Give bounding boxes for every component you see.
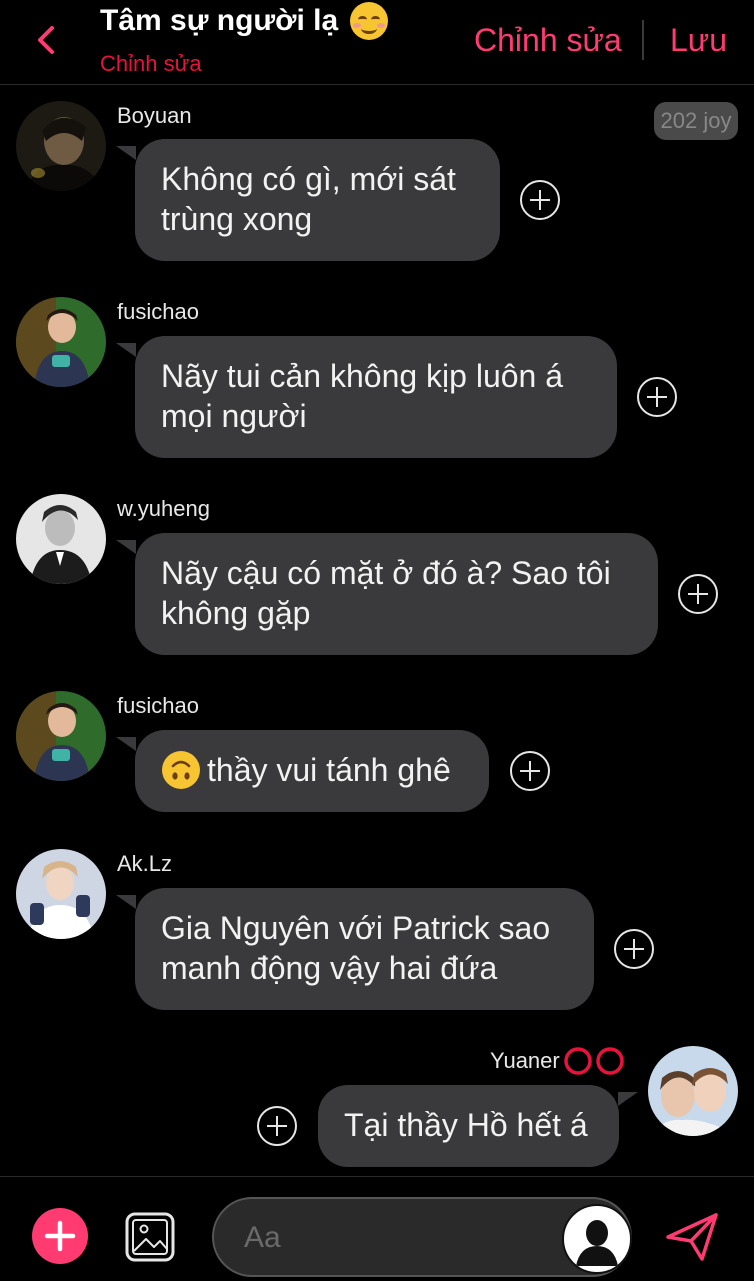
plus-icon [44, 1220, 76, 1252]
header-divider [642, 20, 644, 60]
add-reaction-icon[interactable] [257, 1106, 297, 1146]
message-bubble[interactable]: Nãy tui cản không kịp luôn á mọi người [135, 336, 617, 458]
sender-name: fusichao [117, 299, 199, 324]
bubble-tail [618, 1092, 638, 1106]
save-button[interactable]: Lưu [670, 22, 727, 59]
bubble-tail [116, 737, 136, 751]
sender-name: fusichao [117, 693, 199, 718]
add-button[interactable] [32, 1208, 88, 1264]
message-text: Gia Nguyên với Patrick sao manh động vậy… [161, 910, 551, 986]
add-reaction-icon[interactable] [678, 574, 718, 614]
message-bubble[interactable]: Nãy cậu có mặt ở đó à? Sao tôi không gặp [135, 533, 658, 655]
upside-down-face-emoji-icon [162, 751, 200, 789]
sender-name: Yuaner [490, 1048, 560, 1073]
message-input-wrapper[interactable] [212, 1197, 632, 1277]
avatar-wyuheng[interactable] [16, 494, 106, 584]
composer-bar [0, 1176, 754, 1281]
message-bubble[interactable]: Tại thầy Hồ hết á [318, 1085, 619, 1167]
add-reaction-icon[interactable] [510, 751, 550, 791]
sender-name-row: Yuaner [490, 1046, 628, 1076]
avatar-fusichao[interactable] [16, 297, 106, 387]
bubble-tail [116, 146, 136, 160]
sender-name: Boyuan [117, 103, 192, 128]
send-icon[interactable] [664, 1211, 720, 1263]
chat-title-row: Tâm sự người lạ [100, 2, 389, 40]
user-silhouette-icon [566, 1208, 628, 1270]
bubble-tail [116, 343, 136, 357]
smiling-face-emoji-icon [350, 2, 389, 40]
chat-title: Tâm sự người lạ [100, 4, 339, 37]
message-text: Nãy tui cản không kịp luôn á mọi người [161, 358, 564, 434]
persona-switch-avatar[interactable] [562, 1204, 632, 1274]
add-reaction-icon[interactable] [637, 377, 677, 417]
message-text: thầy vui tánh ghê [207, 752, 451, 788]
avatar-aklz[interactable] [16, 849, 106, 939]
chat-subtitle-edit-link[interactable]: Chỉnh sửa [100, 51, 202, 77]
message-bubble[interactable]: Gia Nguyên với Patrick sao manh động vậy… [135, 888, 594, 1010]
message-text: Không có gì, mới sát trùng xong [161, 161, 456, 237]
message-text: Nãy cậu có mặt ở đó à? Sao tôi không gặp [161, 555, 611, 631]
message-input[interactable] [242, 1215, 546, 1261]
image-gallery-icon[interactable] [124, 1211, 176, 1263]
message-bubble[interactable]: Không có gì, mới sát trùng xong [135, 139, 500, 261]
avatar-fusichao[interactable] [16, 691, 106, 781]
back-chevron-icon[interactable] [30, 22, 66, 58]
edit-button[interactable]: Chỉnh sửa [474, 22, 622, 59]
bubble-tail [116, 895, 136, 909]
add-reaction-icon[interactable] [614, 929, 654, 969]
sender-name: w.yuheng [117, 496, 210, 521]
avatar-yuaner[interactable] [648, 1046, 738, 1136]
bubble-tail [116, 540, 136, 554]
chat-header: Tâm sự người lạ Chỉnh sửa Chỉnh sửa Lưu [0, 0, 754, 85]
message-bubble[interactable]: thầy vui tánh ghê [135, 730, 489, 812]
add-reaction-icon[interactable] [520, 180, 560, 220]
joy-badge: 202 joy [654, 102, 738, 140]
sender-name: Ak.Lz [117, 851, 173, 876]
avatar-boyuan[interactable] [16, 101, 106, 191]
message-text: Tại thầy Hồ hết á [344, 1107, 588, 1143]
double-ring-badge-icon [563, 1047, 624, 1075]
